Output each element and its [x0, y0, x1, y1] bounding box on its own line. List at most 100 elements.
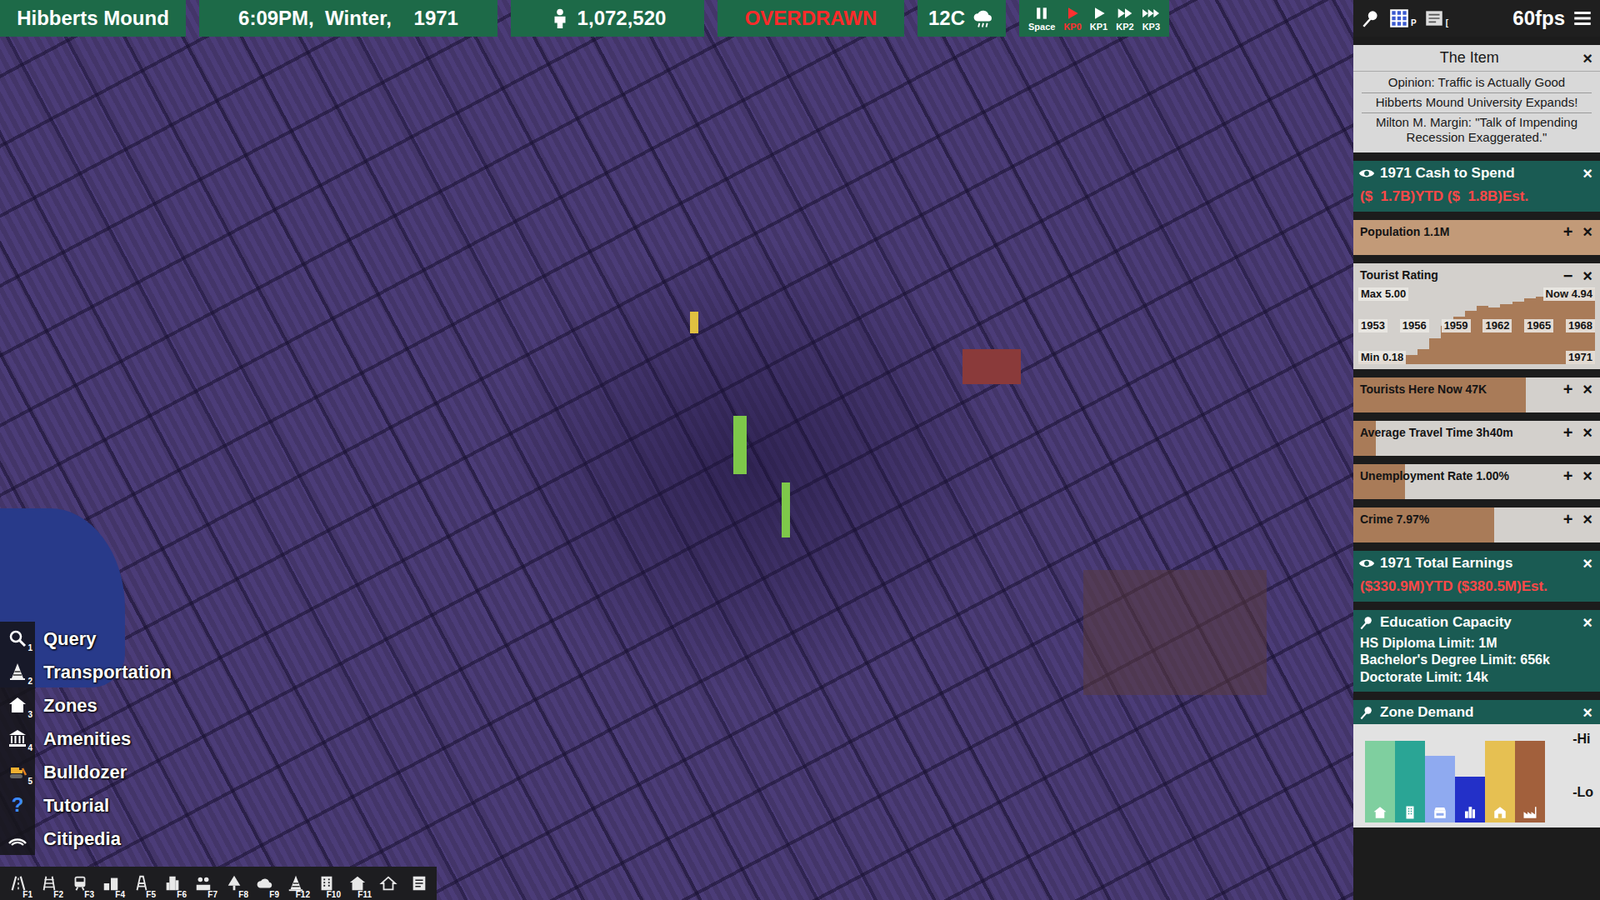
demand-track — [1365, 729, 1395, 803]
city-name: Hibberts Mound — [16, 3, 170, 34]
toolbar-button[interactable]: F2 — [34, 867, 64, 900]
toolbar-button[interactable]: F5 — [126, 867, 156, 900]
chart-bar — [1488, 307, 1500, 365]
pin-icon — [1358, 704, 1375, 721]
menu-item-icon-box: ? — [0, 788, 35, 822]
speed-key: KP2 — [1115, 22, 1134, 32]
close-button[interactable]: × — [1580, 424, 1595, 441]
year-tick: 1965 — [1524, 319, 1554, 333]
toolbar-button[interactable] — [404, 867, 434, 900]
speed-button[interactable]: KP0 — [1060, 0, 1084, 37]
speed-key: KP0 — [1063, 22, 1081, 32]
headline[interactable]: Opinion: Traffic is Actually Good — [1361, 75, 1592, 91]
zone-icon-box — [1485, 802, 1515, 823]
toolbar-button[interactable]: F9 — [250, 867, 280, 900]
menu-label: Zones — [43, 691, 98, 720]
expand-button[interactable]: + — [1560, 424, 1576, 441]
close-button[interactable]: × — [1580, 165, 1595, 182]
toolbar-button[interactable]: F6 — [157, 867, 187, 900]
toolbar-button[interactable]: F7 — [188, 867, 218, 900]
speed-button[interactable]: KP2 — [1113, 0, 1136, 37]
panel-title: The Item — [1358, 46, 1580, 70]
toolbar-button[interactable]: F12 — [280, 867, 310, 900]
toolbar-button[interactable]: F3 — [65, 867, 95, 900]
toolbar-button[interactable]: F11 — [342, 867, 372, 900]
stat-label: Tourists Here Now 47K — [1360, 380, 1556, 399]
speed-button[interactable]: Space — [1025, 0, 1058, 37]
news-panel: The Item× Opinion: Traffic is Actually Go… — [1353, 45, 1600, 153]
toolbar-button[interactable] — [373, 867, 403, 900]
demand-bar — [1485, 740, 1515, 804]
city-view[interactable]: 1Query2Transportation3Zones4Amenities5Bu… — [0, 36, 1354, 900]
chart-bar — [1405, 355, 1418, 365]
zone-icon-box — [1395, 802, 1425, 823]
close-button[interactable]: × — [1580, 50, 1595, 67]
people-icon — [194, 874, 213, 893]
panel-header: The Item× — [1353, 45, 1600, 72]
building — [690, 311, 699, 334]
menu-label: Amenities — [43, 725, 131, 753]
bulldozer-icon — [7, 761, 28, 782]
close-button[interactable]: × — [1580, 467, 1595, 485]
museum-icon — [7, 728, 28, 749]
demand-column — [1425, 729, 1455, 823]
headline[interactable]: Milton M. Margin: "Talk of Impending Rec… — [1361, 112, 1592, 147]
toolbar-button[interactable]: F1 — [3, 867, 33, 900]
toolbar-button[interactable]: F4 — [95, 867, 125, 900]
speed-controls: Space KP0 KP1 KP2 KP3 — [1019, 0, 1170, 37]
tower-icon — [163, 874, 182, 893]
max-value: 5.00 — [1385, 287, 1406, 300]
industry-icon — [1522, 805, 1538, 820]
zone-icon-box — [1425, 802, 1455, 823]
cone-icon — [286, 874, 305, 893]
capacity-list: HS Diploma Limit: 1MBachelor's Degree Li… — [1353, 635, 1600, 692]
chart-bar — [1429, 338, 1441, 365]
stat-row: Tourists Here Now 47K+× — [1353, 377, 1600, 402]
panel-header: Zone Demand× — [1353, 700, 1600, 725]
building — [733, 415, 747, 475]
expand-button[interactable]: + — [1560, 467, 1576, 485]
menu-label: Tutorial — [43, 791, 110, 820]
menu-item[interactable]: Citipedia — [0, 821, 172, 855]
tool-button[interactable] — [1360, 7, 1382, 30]
headline[interactable]: Hibberts Mound University Expands! — [1361, 92, 1592, 111]
expand-button[interactable]: + — [1560, 510, 1576, 528]
eye-icon — [1358, 165, 1375, 182]
menu-item[interactable]: 3Zones — [0, 688, 172, 722]
toolbar-button[interactable]: F10 — [311, 867, 341, 900]
demand-bar — [1515, 740, 1545, 804]
panel-header: 1971 Total Earnings × — [1353, 550, 1600, 576]
menu-item[interactable]: 5Bulldozer — [0, 755, 172, 789]
close-button[interactable]: × — [1580, 614, 1595, 631]
menu-item-icon-box — [0, 821, 35, 855]
stat-label: Population 1.1M — [1360, 223, 1556, 241]
close-button[interactable]: × — [1580, 510, 1595, 528]
function-key: F5 — [145, 890, 156, 900]
building — [781, 482, 790, 538]
close-button[interactable]: × — [1580, 380, 1595, 398]
tool-button[interactable]: P — [1388, 7, 1417, 30]
panel-title: 1971 Total Earnings — [1380, 552, 1575, 575]
power-icon — [132, 874, 151, 893]
menu-item[interactable]: 1Query — [0, 621, 172, 655]
expand-button[interactable]: + — [1560, 380, 1576, 398]
menu-label: Bulldozer — [43, 758, 127, 786]
collapse-button[interactable]: − — [1560, 267, 1576, 285]
tool-button[interactable]: [ — [1423, 7, 1449, 30]
expand-button[interactable]: + — [1560, 223, 1576, 240]
toolbar-button[interactable]: F8 — [219, 867, 249, 900]
menu-item[interactable]: 4Amenities — [0, 721, 172, 755]
close-button[interactable]: × — [1580, 555, 1595, 572]
close-button[interactable]: × — [1580, 267, 1595, 285]
close-button[interactable]: × — [1580, 704, 1595, 721]
speed-button[interactable]: KP1 — [1087, 0, 1110, 37]
speed-button[interactable]: KP3 — [1140, 0, 1163, 37]
zone-icon-box — [1515, 802, 1545, 823]
chart-bar — [1500, 304, 1512, 365]
city-name-box: Hibberts Mound — [0, 0, 186, 37]
menu-item[interactable]: ? Tutorial — [0, 788, 172, 822]
menu-button[interactable] — [1571, 7, 1594, 30]
menu-item[interactable]: 2Transportation — [0, 655, 172, 689]
close-button[interactable]: × — [1580, 223, 1595, 240]
stat-panel: Population 1.1M+× — [1353, 220, 1600, 255]
